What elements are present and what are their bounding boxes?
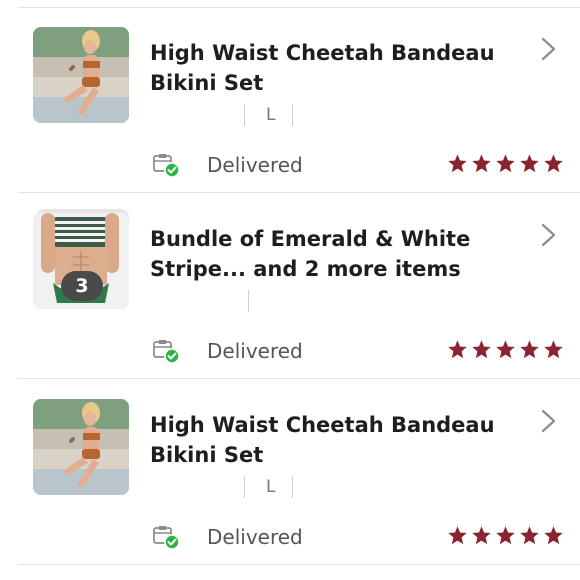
- delivery-status: Delivered: [152, 337, 303, 365]
- delivered-package-icon: [153, 340, 180, 364]
- delivery-status: Delivered: [152, 151, 303, 179]
- product-title-line1: High Waist Cheetah Bandeau: [150, 413, 495, 437]
- star-icon[interactable]: [519, 153, 540, 174]
- star-icon[interactable]: [543, 339, 564, 360]
- item-count-badge: 3: [61, 271, 103, 301]
- star-icon[interactable]: [447, 525, 468, 546]
- delivery-status: Delivered: [152, 523, 303, 551]
- star-icon[interactable]: [471, 153, 492, 174]
- variant-info: L: [244, 474, 294, 500]
- star-rating[interactable]: [447, 339, 564, 360]
- status-label: Delivered: [207, 153, 303, 177]
- product-title-line1: Bundle of Emerald & White: [150, 227, 471, 251]
- star-icon[interactable]: [495, 525, 516, 546]
- status-label: Delivered: [207, 525, 303, 549]
- star-icon[interactable]: [495, 339, 516, 360]
- variant-separator: [292, 104, 294, 126]
- star-rating[interactable]: [447, 525, 564, 546]
- product-thumbnail[interactable]: [33, 27, 129, 123]
- star-icon[interactable]: [447, 153, 468, 174]
- product-title-line2: Bikini Set: [150, 443, 264, 467]
- order-list: High Waist Cheetah Bandeau Bikini Set L …: [0, 0, 580, 580]
- star-icon[interactable]: [471, 339, 492, 360]
- star-icon[interactable]: [447, 339, 468, 360]
- product-title-line2: Stripe... and 2 more items: [150, 257, 461, 281]
- product-title[interactable]: High Waist Cheetah Bandeau Bikini Set: [150, 38, 500, 98]
- divider: [18, 564, 580, 565]
- product-title[interactable]: Bundle of Emerald & White Stripe... and …: [150, 224, 500, 284]
- delivered-package-icon: [153, 526, 180, 550]
- order-item[interactable]: 3 Bundle of Emerald & White Stripe... an…: [0, 193, 580, 379]
- chevron-right-icon[interactable]: [536, 407, 562, 435]
- star-icon[interactable]: [495, 153, 516, 174]
- star-icon[interactable]: [519, 525, 540, 546]
- delivered-package-icon: [153, 154, 180, 178]
- product-thumbnail[interactable]: [33, 399, 129, 495]
- product-title-line2: Bikini Set: [150, 71, 264, 95]
- order-item[interactable]: High Waist Cheetah Bandeau Bikini Set L …: [0, 7, 580, 193]
- star-icon[interactable]: [519, 339, 540, 360]
- variant-info: L: [244, 102, 294, 128]
- variant-separator: [292, 476, 294, 498]
- star-icon[interactable]: [471, 525, 492, 546]
- variant-info: [244, 288, 249, 314]
- order-item[interactable]: High Waist Cheetah Bandeau Bikini Set L …: [0, 379, 580, 565]
- star-icon[interactable]: [543, 153, 564, 174]
- product-title[interactable]: High Waist Cheetah Bandeau Bikini Set: [150, 410, 500, 470]
- size-label: L: [266, 477, 276, 497]
- star-icon[interactable]: [543, 525, 564, 546]
- variant-separator: [248, 290, 249, 312]
- product-title-line1: High Waist Cheetah Bandeau: [150, 41, 495, 65]
- status-label: Delivered: [207, 339, 303, 363]
- chevron-right-icon[interactable]: [536, 221, 562, 249]
- size-label: L: [266, 105, 276, 125]
- chevron-right-icon[interactable]: [536, 35, 562, 63]
- star-rating[interactable]: [447, 153, 564, 174]
